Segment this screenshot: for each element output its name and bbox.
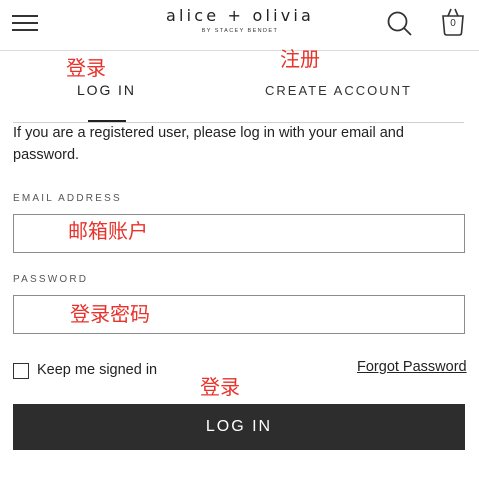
- email-label: EMAIL ADDRESS: [13, 193, 122, 204]
- logo-name: alice + olivia: [165, 6, 315, 25]
- annotation-register-tab: 注册: [280, 47, 320, 71]
- tab-create-account[interactable]: CREATE ACCOUNT: [265, 83, 412, 98]
- forgot-password-link[interactable]: Forgot Password: [357, 359, 467, 375]
- site-header: alice + olivia BY STACEY BENDET 0: [0, 0, 479, 51]
- auth-tabs: LOG IN CREATE ACCOUNT: [13, 82, 464, 123]
- hamburger-menu-icon[interactable]: [12, 14, 38, 32]
- login-button[interactable]: LOG IN: [13, 404, 465, 450]
- tab-login[interactable]: LOG IN: [77, 82, 136, 98]
- annotation-login-button: 登录: [200, 375, 240, 399]
- keep-signed-in-label[interactable]: Keep me signed in: [37, 362, 157, 378]
- shopping-bag-icon[interactable]: 0: [439, 7, 467, 37]
- brand-logo[interactable]: alice + olivia BY STACEY BENDET: [140, 6, 340, 34]
- bag-count-badge: 0: [450, 18, 456, 29]
- logo-subtitle: BY STACEY BENDET: [201, 28, 279, 34]
- keep-signed-in-checkbox[interactable]: [13, 363, 29, 379]
- login-instructions: If you are a registered user, please log…: [13, 125, 404, 163]
- annotation-login-tab: 登录: [66, 56, 106, 80]
- password-label: PASSWORD: [13, 274, 89, 285]
- annotation-password: 登录密码: [70, 302, 150, 326]
- search-icon[interactable]: [386, 10, 414, 38]
- annotation-email: 邮箱账户: [68, 219, 148, 243]
